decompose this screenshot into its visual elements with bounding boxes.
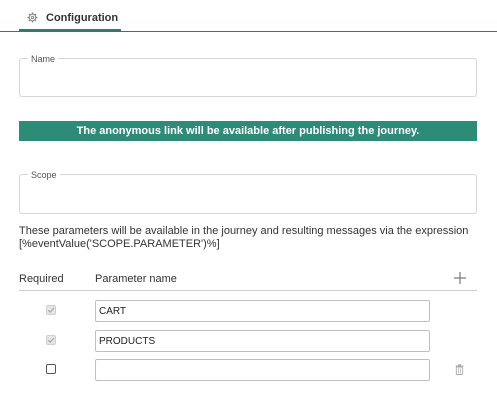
- parameters-help-text: These parameters will be available in th…: [19, 225, 469, 250]
- tab-bar: Configuration: [0, 0, 497, 32]
- required-checkbox[interactable]: [46, 364, 56, 374]
- publish-info-banner: The anonymous link will be available aft…: [19, 121, 477, 141]
- required-checkbox: [46, 305, 56, 315]
- tab-configuration-label: Configuration: [46, 12, 119, 24]
- parameter-name-input[interactable]: [95, 330, 430, 352]
- gear-icon: [27, 12, 38, 23]
- scope-field-label: Scope: [28, 169, 60, 181]
- trash-icon[interactable]: [455, 364, 464, 375]
- parameter-name-input[interactable]: [95, 300, 430, 322]
- scope-field[interactable]: Scope: [19, 169, 477, 214]
- required-column-header: Required: [19, 273, 64, 285]
- name-field[interactable]: Name: [19, 53, 477, 97]
- table-header-divider: [19, 290, 477, 291]
- required-checkbox: [46, 335, 56, 345]
- parameter-name-input[interactable]: [95, 359, 430, 381]
- parameter-name-column-header: Parameter name: [95, 273, 177, 285]
- tab-configuration[interactable]: Configuration: [19, 0, 121, 31]
- name-field-label: Name: [28, 53, 59, 65]
- plus-icon[interactable]: [452, 270, 468, 286]
